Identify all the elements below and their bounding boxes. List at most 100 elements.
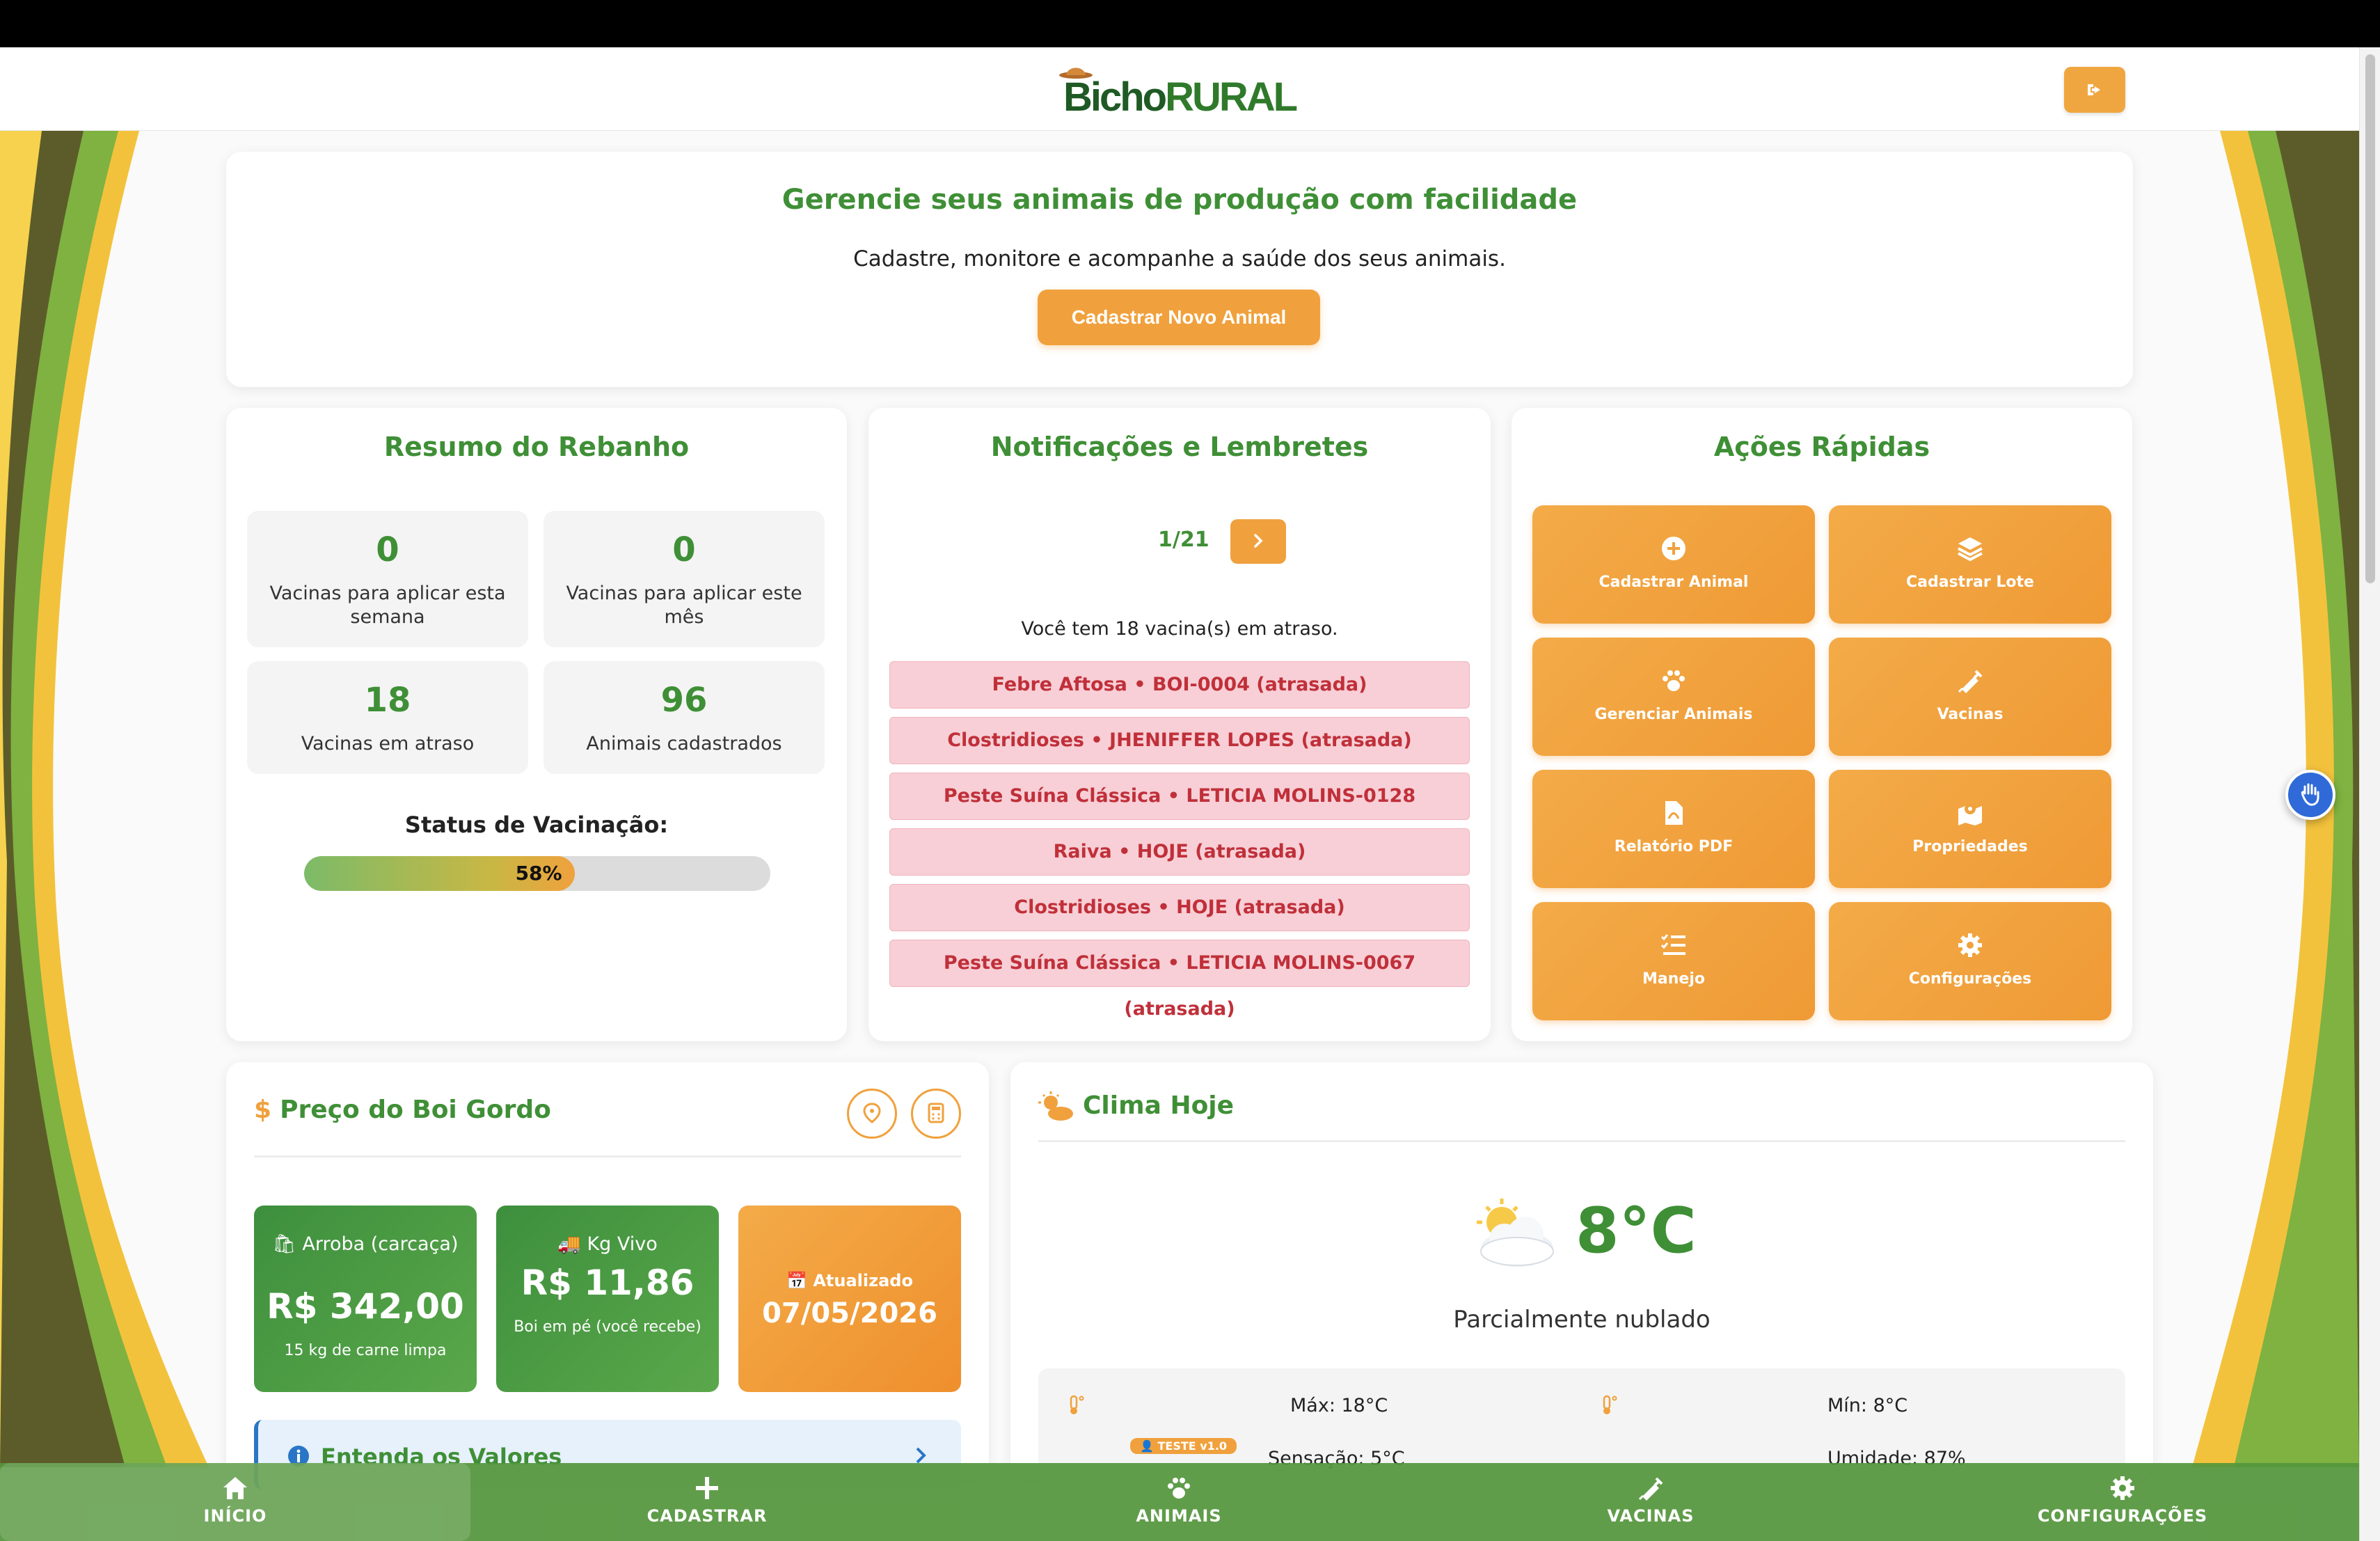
updated-date-box: 📅 Atualizado 07/05/2026 (738, 1206, 961, 1392)
nav-item-configuracoes[interactable]: CONFIGURAÇÕES (1887, 1463, 2358, 1541)
cattle-price-title-text: Preço do Boi Gordo (280, 1096, 551, 1124)
current-temperature: 8°C (1576, 1194, 1697, 1267)
alert-item[interactable]: Raiva • HOJE (atrasada) (889, 828, 1470, 876)
quick-action-pdf-report[interactable]: Relatório PDF (1532, 770, 1815, 888)
browser-top-bar (0, 0, 2380, 47)
checklist-icon (1660, 934, 1685, 955)
quick-actions-card: Ações Rápidas Cadastrar Animal Cadastrar… (1512, 408, 2132, 1041)
hero-title: Gerencie seus animais de produção com fa… (782, 184, 1578, 216)
dollar-icon: $ (254, 1096, 272, 1124)
arroba-price-box: 🛍 Arroba (carcaça) R$ 342,00 15 kg de ca… (254, 1206, 477, 1392)
quick-actions-title: Ações Rápidas (1713, 432, 1930, 462)
chevron-right-icon (1254, 533, 1263, 548)
stat-value: 18 (364, 681, 411, 720)
quick-action-label: Manejo (1642, 970, 1705, 988)
quick-action-manage-animals[interactable]: Gerenciar Animais (1532, 638, 1815, 756)
notifications-title: Notificações e Lembretes (990, 432, 1369, 462)
logout-button[interactable] (2064, 67, 2125, 113)
page-scrollbar[interactable] (2359, 47, 2380, 1541)
bottom-navigation: INÍCIO CADASTRAR ANIMAIS VACINAS CONFIGU… (0, 1463, 2359, 1541)
paw-icon (1168, 1478, 1190, 1499)
updated-date-value: 07/05/2026 (762, 1297, 937, 1329)
alert-item[interactable]: Peste Suína Clássica • LETICIA MOLINS-00… (889, 940, 1470, 1020)
syringe-icon (1638, 1477, 1663, 1501)
quick-action-properties[interactable]: Propriedades (1829, 770, 2111, 888)
gear-icon (2111, 1476, 2134, 1500)
pagination-indicator: 1/21 (1158, 528, 1209, 552)
nav-label: CONFIGURAÇÕES (2037, 1506, 2208, 1526)
nav-item-animais[interactable]: ANIMAIS (944, 1463, 1414, 1541)
calculator-icon (928, 1103, 944, 1123)
logo-text-bicho: Bicho (1063, 74, 1167, 120)
scrollbar-thumb[interactable] (2365, 54, 2375, 583)
live-kg-price-box: 🚚 Kg Vivo R$ 11,86 Boi em pé (você receb… (496, 1206, 719, 1392)
quick-action-settings[interactable]: Configurações (1829, 902, 2111, 1020)
alert-item[interactable]: Peste Suína Clássica • LETICIA MOLINS-01… (889, 773, 1470, 853)
weather-description: Parcialmente nublado (1453, 1306, 1711, 1334)
quick-action-handling[interactable]: Manejo (1532, 902, 1815, 1020)
nav-label: CADASTRAR (646, 1506, 768, 1526)
cattle-price-card: $ Preço do Boi Gordo 🛍 Arroba (carcaça) R… (226, 1062, 989, 1489)
calculator-button[interactable] (911, 1089, 961, 1139)
register-new-animal-button[interactable]: Cadastrar Novo Animal (1038, 290, 1320, 345)
nav-item-inicio[interactable]: INÍCIO (0, 1463, 470, 1541)
quick-action-label: Cadastrar Animal (1598, 574, 1749, 591)
updated-header-text: Atualizado (813, 1271, 913, 1290)
vaccination-progress-bar: 58% (304, 856, 770, 891)
arroba-header: 🛍 Arroba (carcaça) (272, 1233, 459, 1255)
hero-subtitle: Cadastre, monitore e acompanhe a saúde d… (853, 246, 1506, 271)
quick-action-vaccines[interactable]: Vacinas (1829, 638, 2111, 756)
logo: BichoRURAL (1051, 67, 1301, 120)
cattle-price-title: $ Preço do Boi Gordo (254, 1096, 551, 1124)
plus-circle-icon (1662, 537, 1685, 560)
updated-header: 📅 Atualizado (786, 1271, 913, 1290)
progress-text: 58% (515, 862, 562, 885)
quick-action-register-lot[interactable]: Cadastrar Lote (1829, 505, 2111, 624)
weather-card: Clima Hoje 8°C Parcialmente nublado Máx:… (1010, 1062, 2153, 1508)
pdf-file-icon (1665, 801, 1683, 825)
alert-item[interactable]: Febre Aftosa • BOI-0004 (atrasada) (889, 661, 1470, 709)
hero-card: Gerencie seus animais de produção com fa… (226, 152, 2133, 387)
background-wave-left (0, 131, 209, 1467)
stat-value: 0 (672, 530, 696, 569)
nav-item-cadastrar[interactable]: CADASTRAR (472, 1463, 942, 1541)
quick-action-label: Gerenciar Animais (1594, 706, 1753, 723)
max-temperature: Máx: 18°C (1290, 1395, 1388, 1416)
live-kg-header-text: Kg Vivo (587, 1233, 658, 1255)
quick-action-register-animal[interactable]: Cadastrar Animal (1532, 505, 1815, 624)
alert-item[interactable]: Clostridioses • JHENIFFER LOPES (atrasad… (889, 717, 1470, 764)
map-pin-icon (1958, 803, 1982, 825)
live-kg-value: R$ 11,86 (521, 1263, 695, 1303)
stat-value: 0 (376, 530, 399, 569)
thermometer-icon (1603, 1395, 1617, 1414)
nav-label: INÍCIO (203, 1506, 267, 1526)
quick-action-label: Vacinas (1937, 706, 2004, 723)
herd-summary-card: Resumo do Rebanho 0 Vacinas para aplicar… (226, 408, 847, 1041)
stat-label: Animais cadastrados (586, 733, 782, 754)
stat-registered-animals: 96 Animais cadastrados (544, 661, 825, 774)
quick-action-label: Propriedades (1912, 838, 2028, 855)
location-button[interactable] (847, 1089, 897, 1139)
map-marker-icon (863, 1102, 881, 1123)
cloud-sun-icon (1038, 1091, 1073, 1121)
app-header: BichoRURAL (0, 47, 2359, 131)
logo-text-rural: RURAL (1165, 74, 1298, 120)
home-icon (223, 1477, 247, 1499)
accessibility-hand-button[interactable] (2285, 770, 2335, 820)
vaccination-status-label: Status de Vacinação: (404, 812, 669, 838)
arroba-header-text: Arroba (carcaça) (302, 1233, 459, 1255)
nav-item-vacinas[interactable]: VACINAS (1415, 1463, 1886, 1541)
alert-item[interactable]: Clostridioses • HOJE (atrasada) (889, 884, 1470, 931)
next-page-button[interactable] (1230, 519, 1286, 564)
stat-value: 96 (660, 681, 708, 720)
stat-label: Vacinas para aplicar esta semana (269, 583, 506, 628)
plus-icon (696, 1477, 718, 1499)
paw-icon (1663, 670, 1685, 691)
weather-title: Clima Hoje (1083, 1091, 1235, 1120)
gear-icon (1958, 933, 1982, 957)
divider (254, 1155, 961, 1157)
stat-label: Vacinas em atraso (301, 733, 475, 754)
stat-overdue-vaccines: 18 Vacinas em atraso (247, 661, 528, 774)
live-kg-subtitle: Boi em pé (você recebe) (514, 1318, 701, 1336)
nav-label: VACINAS (1607, 1506, 1695, 1526)
